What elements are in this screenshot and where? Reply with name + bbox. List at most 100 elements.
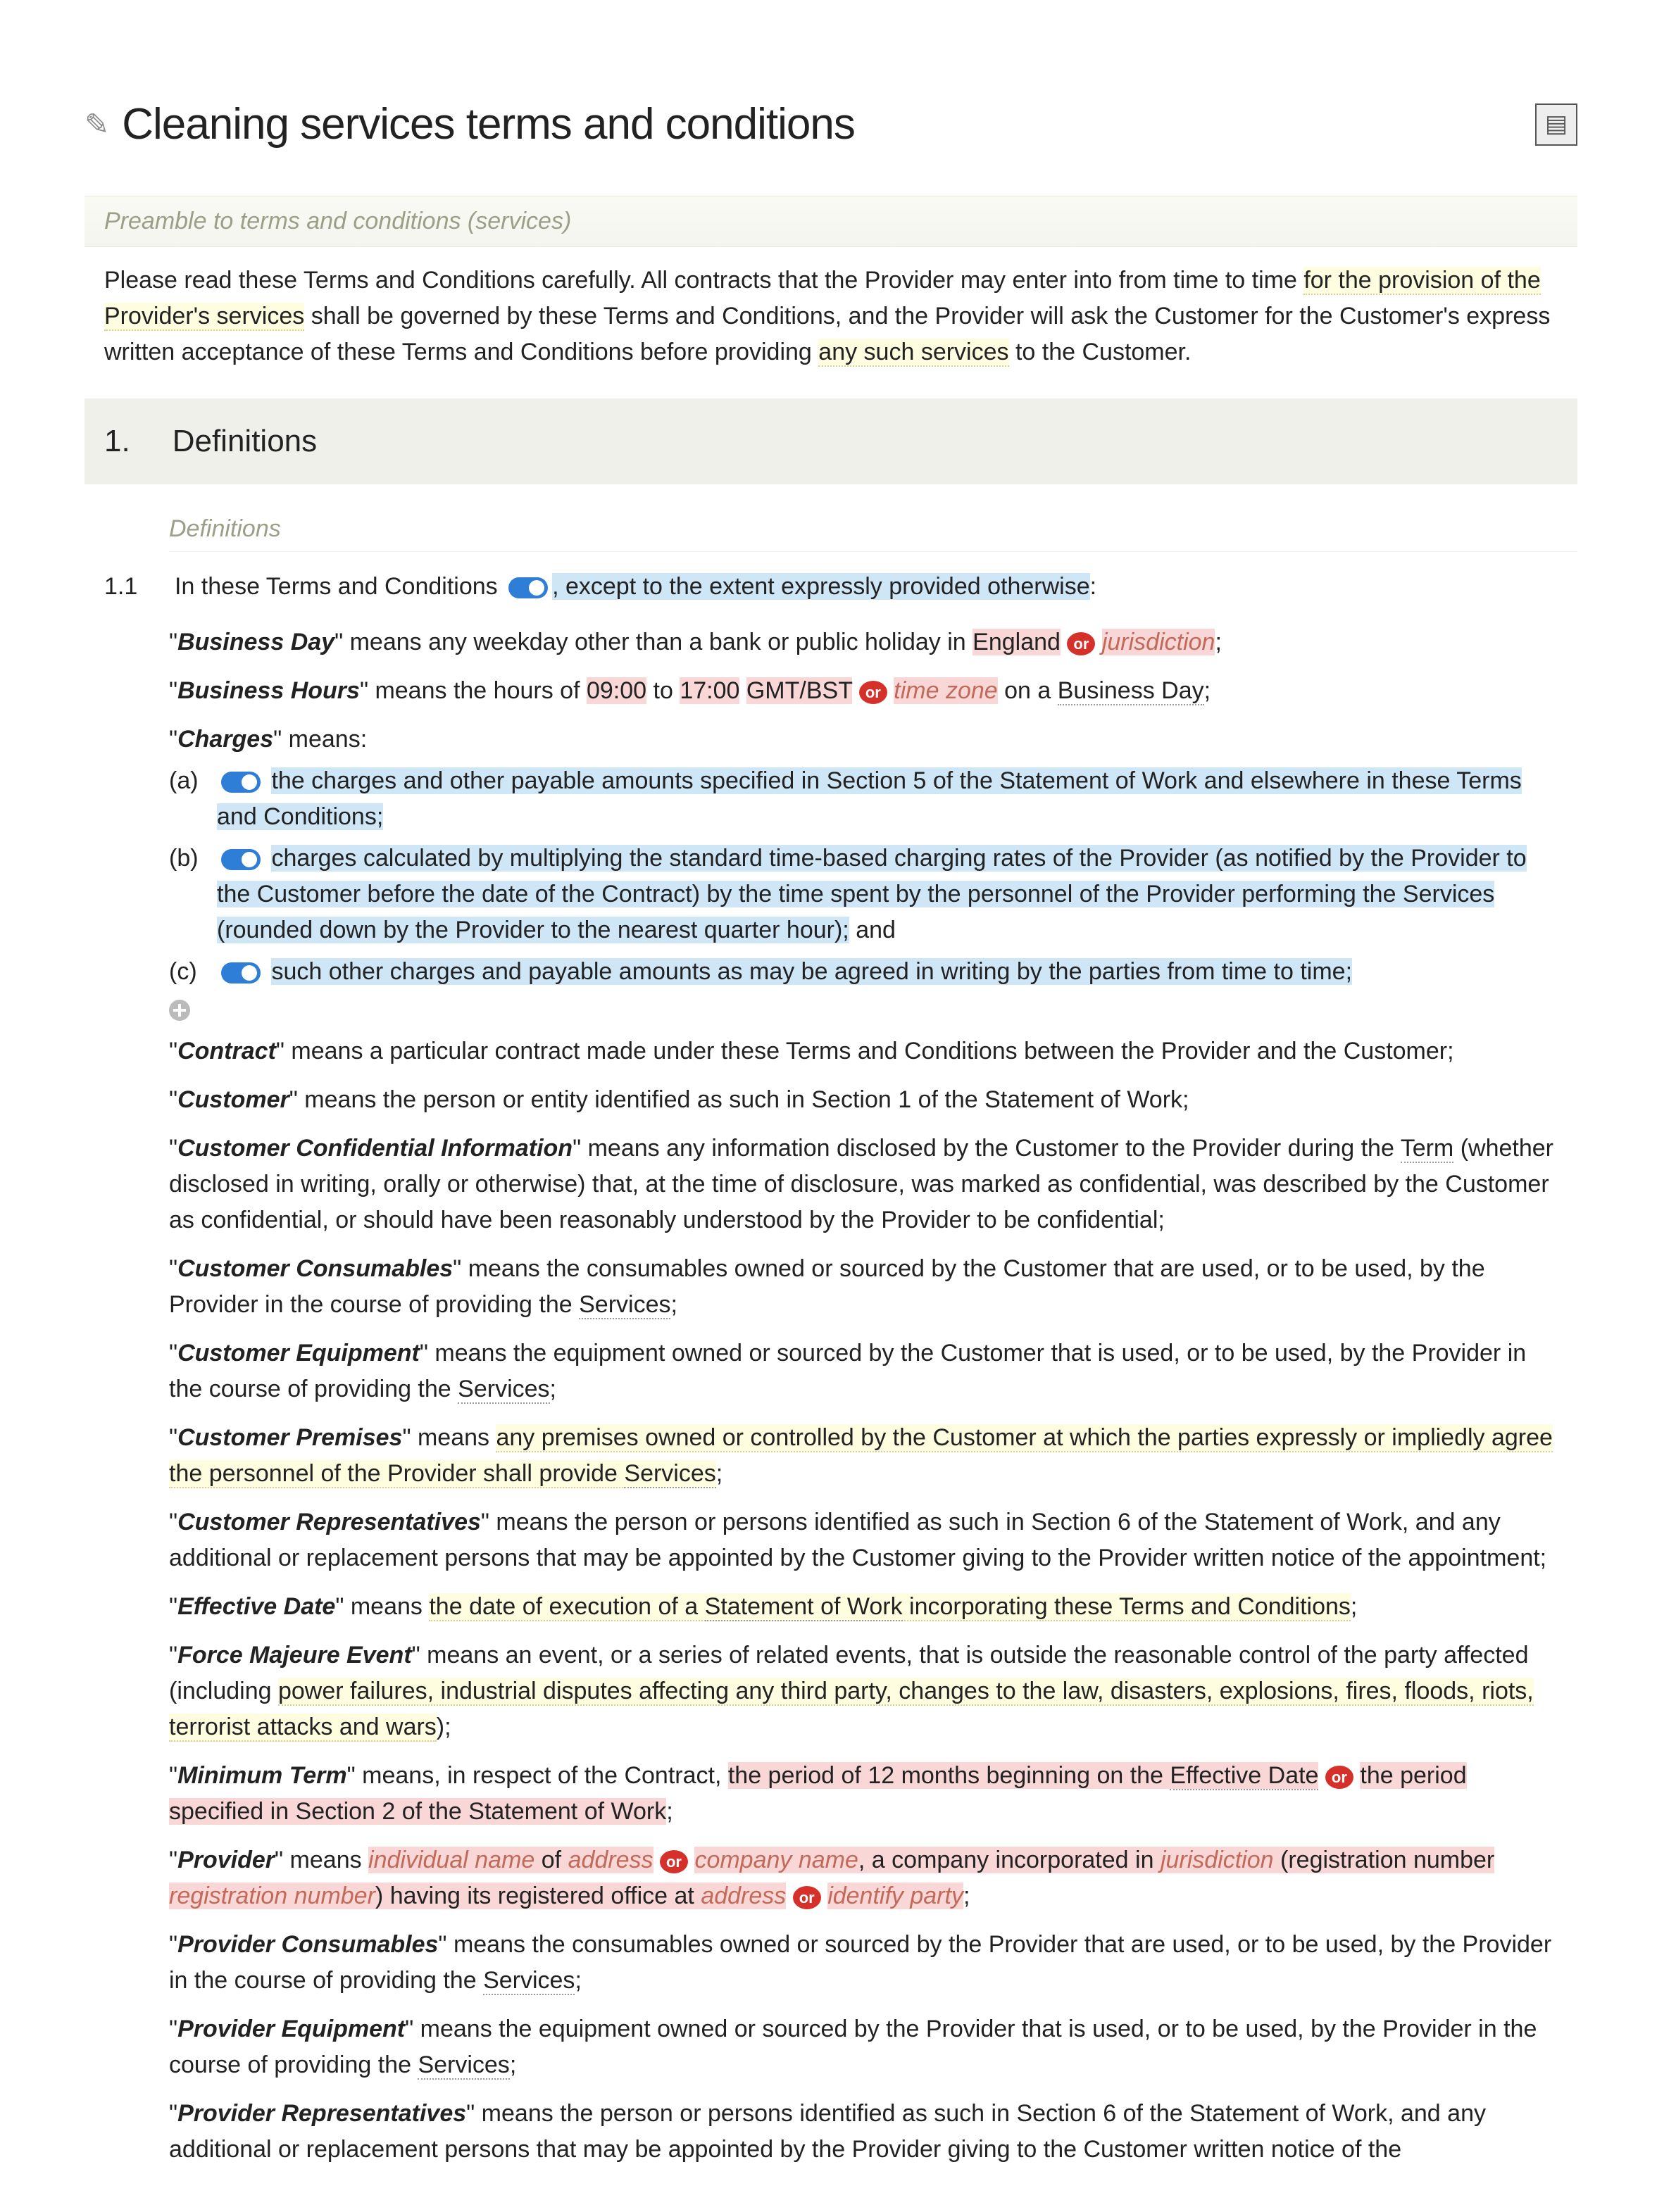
- text: ;: [963, 1883, 970, 1909]
- text: ;: [670, 1291, 677, 1318]
- text: ;: [1351, 1593, 1357, 1620]
- text: " means the hours of: [360, 677, 587, 704]
- toggle[interactable]: [221, 962, 261, 984]
- or-badge[interactable]: or: [660, 1850, 688, 1873]
- or-badge[interactable]: or: [859, 681, 887, 704]
- text: ) having its registered office at: [375, 1883, 701, 1909]
- text: );: [437, 1714, 451, 1740]
- text: to: [646, 677, 680, 704]
- placeholder[interactable]: identify party: [827, 1883, 963, 1909]
- list-letter: (a): [169, 763, 207, 835]
- link[interactable]: Business Day: [1058, 677, 1204, 705]
- placeholder[interactable]: jurisdiction: [1102, 629, 1215, 655]
- def-customer-premises: "Customer Premises" means any premises o…: [169, 1420, 1577, 1492]
- section-number: 1.: [104, 418, 130, 465]
- def-provider-consumables: "Provider Consumables" means the consuma…: [169, 1927, 1577, 1999]
- text: Please read these Terms and Conditions c…: [104, 267, 1303, 294]
- link[interactable]: Services: [483, 1967, 575, 1995]
- text: ;: [1215, 629, 1221, 655]
- placeholder[interactable]: address: [568, 1847, 653, 1873]
- pink: 17:00: [680, 677, 739, 704]
- or-badge[interactable]: or: [793, 1886, 821, 1909]
- add-item-icon[interactable]: [169, 1000, 190, 1021]
- term: Force Majeure Event: [177, 1642, 412, 1669]
- pink: England: [973, 629, 1061, 655]
- placeholder[interactable]: company name: [694, 1847, 858, 1873]
- pink: the period of 12 months beginning on the: [728, 1762, 1170, 1789]
- term: Provider Equipment: [177, 2016, 405, 2042]
- text: ;: [575, 1967, 581, 1994]
- def-provider-equipment: "Provider Equipment" means the equipment…: [169, 2011, 1577, 2083]
- text: (registration number: [1274, 1847, 1495, 1873]
- toggle[interactable]: [508, 577, 548, 598]
- def-customer-representatives: "Customer Representatives" means the per…: [169, 1504, 1577, 1576]
- toggle[interactable]: [221, 849, 261, 870]
- term: Minimum Term: [177, 1762, 347, 1789]
- placeholder[interactable]: jurisdiction: [1161, 1847, 1274, 1873]
- def-charges: "Charges" means: (a) the charges and oth…: [169, 722, 1577, 1021]
- definitions-label: Definitions: [169, 507, 1577, 552]
- list-letter: (c): [169, 954, 207, 990]
- term: Provider: [177, 1847, 275, 1873]
- text: of: [534, 1847, 568, 1873]
- text: and: [849, 917, 896, 943]
- link[interactable]: Statement of Work: [705, 1593, 903, 1621]
- toggle[interactable]: [221, 772, 261, 793]
- text: , a company incorporated in: [858, 1847, 1161, 1873]
- placeholder[interactable]: individual name: [368, 1847, 534, 1873]
- def-force-majeure: "Force Majeure Event" means an event, or…: [169, 1638, 1577, 1745]
- placeholder[interactable]: time zone: [894, 677, 997, 704]
- page-header: ✎ Cleaning services terms and conditions…: [85, 92, 1577, 157]
- link[interactable]: Term: [1401, 1135, 1454, 1163]
- def-effective-date: "Effective Date" means the date of execu…: [169, 1589, 1577, 1625]
- term: Contract: [177, 1038, 276, 1064]
- term: Customer Confidential Information: [177, 1135, 573, 1162]
- highlight-blue: the charges and other payable amounts sp…: [217, 767, 1522, 830]
- or-badge[interactable]: or: [1067, 632, 1095, 655]
- preamble-body: Please read these Terms and Conditions c…: [85, 260, 1577, 391]
- toc-icon[interactable]: ▤: [1535, 103, 1577, 146]
- text: " means any information disclosed by the…: [573, 1135, 1401, 1162]
- term: Customer Premises: [177, 1424, 402, 1451]
- def-cci: "Customer Confidential Information" mean…: [169, 1131, 1577, 1238]
- def-customer-consumables: "Customer Consumables" means the consuma…: [169, 1251, 1577, 1323]
- def-provider-representatives: "Provider Representatives" means the per…: [169, 2096, 1577, 2168]
- text: " means:: [273, 726, 367, 753]
- text: to the Customer.: [1009, 339, 1192, 365]
- highlight-blue: , except to the extent expressly provide…: [552, 573, 1090, 600]
- page-title: Cleaning services terms and conditions: [122, 92, 855, 157]
- def-business-day: "Business Day" means any weekday other t…: [169, 624, 1577, 660]
- placeholder[interactable]: address: [701, 1883, 786, 1909]
- term: Business Day: [177, 629, 334, 655]
- def-contract: "Contract" means a particular contract m…: [169, 1033, 1577, 1069]
- text: ;: [550, 1376, 556, 1402]
- def-customer: "Customer" means the person or entity id…: [169, 1082, 1577, 1118]
- def-minimum-term: "Minimum Term" means, in respect of the …: [169, 1758, 1577, 1830]
- text: " means: [275, 1847, 368, 1873]
- link[interactable]: Services: [624, 1460, 715, 1488]
- highlight: the date of execution of a: [429, 1593, 704, 1620]
- term: Provider Representatives: [177, 2100, 466, 2127]
- text: ;: [510, 2051, 516, 2078]
- text: " means: [335, 1593, 429, 1620]
- text: " means the person or entity identified …: [289, 1086, 1189, 1113]
- term: Customer Equipment: [177, 1340, 420, 1366]
- term: Customer Representatives: [177, 1509, 481, 1535]
- link[interactable]: Services: [458, 1376, 549, 1404]
- section-title: Definitions: [173, 418, 317, 465]
- term: Charges: [177, 726, 273, 753]
- link[interactable]: Effective Date: [1170, 1762, 1318, 1790]
- term: Customer: [177, 1086, 289, 1113]
- link[interactable]: Services: [579, 1291, 670, 1319]
- term: Provider Consumables: [177, 1931, 438, 1958]
- clause-1-1: 1.1 In these Terms and Conditions , exce…: [85, 565, 1577, 612]
- preamble-title: Preamble to terms and conditions (servic…: [85, 196, 1577, 247]
- placeholder[interactable]: registration number: [169, 1883, 375, 1909]
- link[interactable]: Services: [418, 2051, 509, 2080]
- or-badge[interactable]: or: [1325, 1766, 1353, 1789]
- term: Business Hours: [177, 677, 360, 704]
- text: " means, in respect of the Contract,: [347, 1762, 728, 1789]
- section-1-header: 1. Definitions: [85, 398, 1577, 484]
- highlight-blue: such other charges and payable amounts a…: [271, 958, 1352, 985]
- edit-icon[interactable]: ✎: [85, 102, 109, 146]
